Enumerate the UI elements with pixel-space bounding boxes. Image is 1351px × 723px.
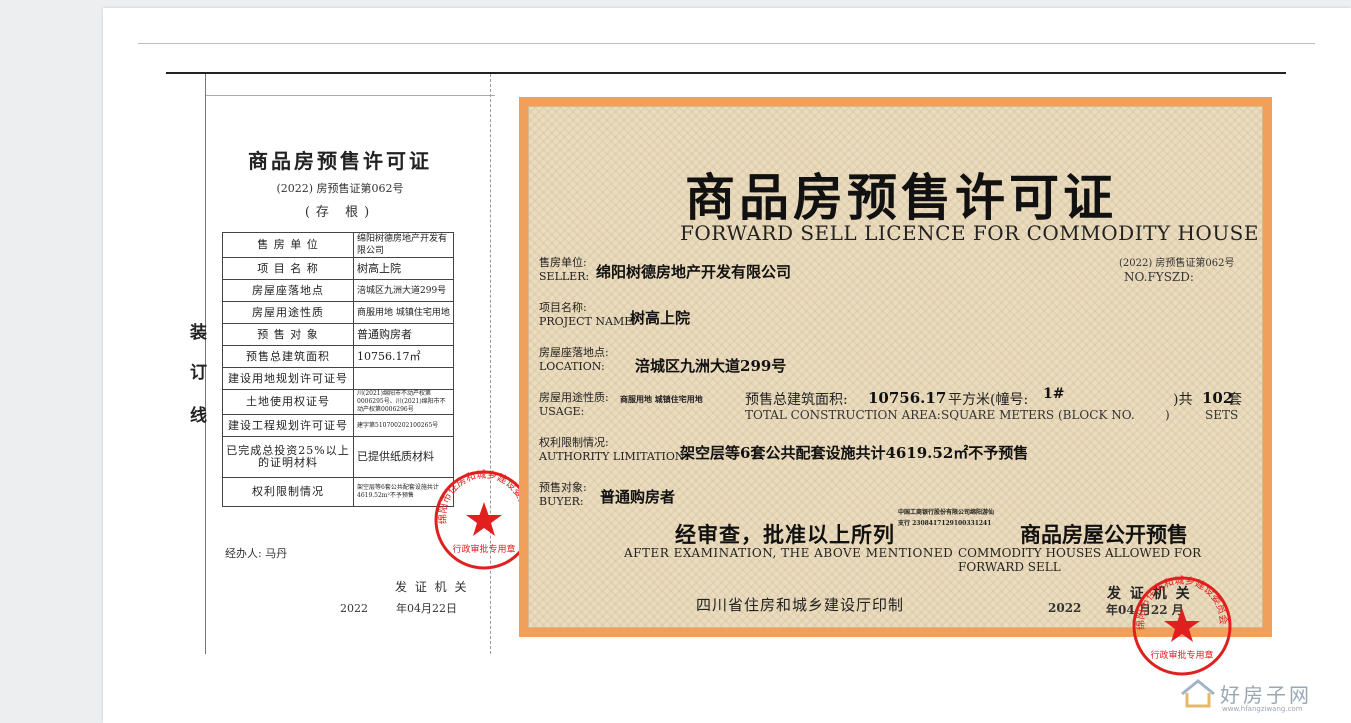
- stub-row-label: 项 目 名 称: [222, 257, 354, 280]
- stub-row-value: 商服用地 城镇住宅用地: [353, 301, 454, 324]
- stub-row-label: 土地使用权证号: [222, 389, 354, 415]
- watermark-url: www.hfangziwang.com: [1222, 705, 1303, 713]
- area-unit: 平方米(幢号:: [948, 392, 1029, 408]
- cert-permit-number: (2022) 房预售证第062号: [1119, 258, 1235, 269]
- buyer-label: 预售对象: BUYER:: [539, 481, 587, 508]
- stub-row: 已完成总投资25%以上的证明材料 已提供纸质材料: [222, 436, 454, 478]
- stub-handler: 经办人: 马丹: [225, 547, 288, 560]
- stub-row-label: 已完成总投资25%以上的证明材料: [222, 436, 354, 478]
- stub-row: 预 售 对 象普通购房者: [222, 323, 454, 346]
- stub-row: 售 房 单 位绵阳树德房地产开发有限公司: [222, 232, 454, 258]
- approval-text-en-2: COMMODITY HOUSES ALLOWED FOR FORWARD SEL…: [958, 546, 1202, 574]
- stub-row-value: 绵阳树德房地产开发有限公司: [353, 232, 454, 258]
- stub-row-label: 预 售 对 象: [222, 323, 354, 346]
- scan-top-border: [166, 72, 1286, 74]
- stub-copy-label: (存 根): [304, 205, 376, 220]
- stub-row-label: 房屋用途性质: [222, 301, 354, 324]
- stub-row-label: 房屋座落地点: [222, 279, 354, 302]
- stub-row-label: 建设工程规划许可证号: [222, 414, 354, 437]
- stub-table: 售 房 单 位绵阳树德房地产开发有限公司项 目 名 称树高上院 房屋座落地点 涪城区…: [222, 232, 454, 507]
- bank-account: 中国工商银行股份有限公司绵阳游仙 支行 2308417129100331241: [898, 509, 995, 527]
- stub-row-label: 权利限制情况: [222, 477, 354, 507]
- house-logo-icon: [1181, 679, 1215, 708]
- binding-char-3: 线: [190, 406, 207, 426]
- stub-issuer: 发 证 机 关: [395, 580, 469, 594]
- stub-row-label: 售 房 单 位: [222, 232, 354, 258]
- block-value: 1#: [1043, 386, 1065, 402]
- stub-row: 房屋用途性质 商服用地 城镇住宅用地: [222, 301, 454, 324]
- area-value: 10756.17: [868, 389, 947, 407]
- sets-label: )共: [1173, 392, 1193, 408]
- authority-label: 权利限制情况: AUTHORITY LIMITATION:: [539, 436, 688, 463]
- stub-title: 商品房预售许可证: [248, 149, 432, 173]
- top-divider: [138, 43, 1315, 44]
- stub-row: 土地使用权证号 川(2021)绵阳市不动产权第0006295号、川(2021)绵阳…: [222, 389, 454, 415]
- binding-char-2: 订: [190, 363, 207, 383]
- stub-row: 预售总建筑面积 10756.17㎡: [222, 345, 454, 368]
- stub-permit-number: (2022) 房预售证第062号: [276, 182, 404, 195]
- location-label: 房屋座落地点: LOCATION:: [539, 346, 609, 373]
- stub-header-line: [205, 95, 495, 96]
- authority-value: 架空层等6套公共配套设施共计4619.52㎡不予预售: [680, 444, 1029, 462]
- binding-char-1: 装: [190, 323, 207, 343]
- cert-permit-number-en: NO.FYSZD:: [1124, 270, 1194, 284]
- usage-label: 房屋用途性质: USAGE:: [539, 391, 609, 418]
- location-value: 涪城区九洲大道299号: [635, 357, 787, 375]
- stub-row-value: 树高上院: [353, 257, 454, 280]
- approval-text-2: 商品房屋公开预售: [1020, 522, 1188, 547]
- stub-row-value: 涪城区九洲大道299号: [353, 279, 454, 302]
- project-value: 树高上院: [630, 309, 691, 327]
- watermark-name: 好房子网: [1220, 683, 1312, 707]
- certificate: 商品房预售许可证 FORWARD SELL LICENCE FOR COMMOD…: [519, 97, 1272, 637]
- printer-text: 四川省住房和城乡建设厅印制: [696, 596, 905, 614]
- cert-year: 2022: [1048, 601, 1082, 615]
- stub-date: 2022 年04月22日: [340, 600, 457, 616]
- stub-row-value: 川(2021)绵阳市不动产权第0006295号、川(2021)绵阳市不动产权第0…: [353, 389, 454, 415]
- close-paren: ): [1165, 408, 1170, 422]
- stub-date-text: 年04月22日: [395, 602, 457, 615]
- seal-star-icon: [1164, 608, 1200, 642]
- stub-row-value: 10756.17㎡: [353, 345, 454, 368]
- sqm-label-en: SQUARE METERS (BLOCK NO.: [941, 408, 1135, 422]
- seller-value: 绵阳树德房地产开发有限公司: [596, 263, 792, 281]
- seal-bottom-text: 行政审批专用章: [1150, 649, 1213, 661]
- area-label-en: TOTAL CONSTRUCTION AREA:: [745, 408, 941, 422]
- cert-subtitle: FORWARD SELL LICENCE FOR COMMODITY HOUSE: [680, 221, 1259, 245]
- seal-star-icon: [466, 502, 502, 536]
- stub-row-label: 建设用地规划许可证号: [222, 367, 354, 390]
- stub-row: 建设工程规划许可证号 建字第510700202100265号: [222, 414, 454, 437]
- area-label: 预售总建筑面积:: [745, 392, 848, 408]
- sets-unit: 套: [1228, 392, 1242, 408]
- official-seal-certificate: 绵阳市住房和城乡建设委员会 行政审批专用章: [1132, 575, 1232, 676]
- stub-row-value: 普通购房者: [353, 323, 454, 346]
- stub-row-value: [353, 367, 454, 390]
- stub-row: 权利限制情况 架空层等6套公共配套设施共计4619.52m²不予预售: [222, 477, 454, 507]
- approval-text-en: AFTER EXAMINATION, THE ABOVE MENTIONED: [624, 546, 954, 560]
- stub-year: 2022: [340, 602, 368, 615]
- sets-label-en: SETS: [1205, 408, 1239, 422]
- approval-text: 经审查，批准以上所列: [675, 522, 895, 547]
- buyer-value: 普通购房者: [600, 488, 676, 506]
- project-label: 项目名称: PROJECT NAME:: [539, 301, 636, 328]
- stub-row-value: 建字第510700202100265号: [353, 414, 454, 437]
- seal-bottom-text: 行政审批专用章: [452, 543, 515, 555]
- stub-row: 项 目 名 称树高上院: [222, 257, 454, 280]
- stub-row-label: 预售总建筑面积: [222, 345, 354, 368]
- usage-value: 商服用地 城镇住宅用地: [620, 394, 703, 404]
- stub-row: 房屋座落地点 涪城区九洲大道299号: [222, 279, 454, 302]
- cert-title: 商品房预售许可证: [685, 168, 1117, 227]
- seller-label: 售房单位: SELLER:: [539, 256, 590, 283]
- stub-row: 建设用地规划许可证号: [222, 367, 454, 390]
